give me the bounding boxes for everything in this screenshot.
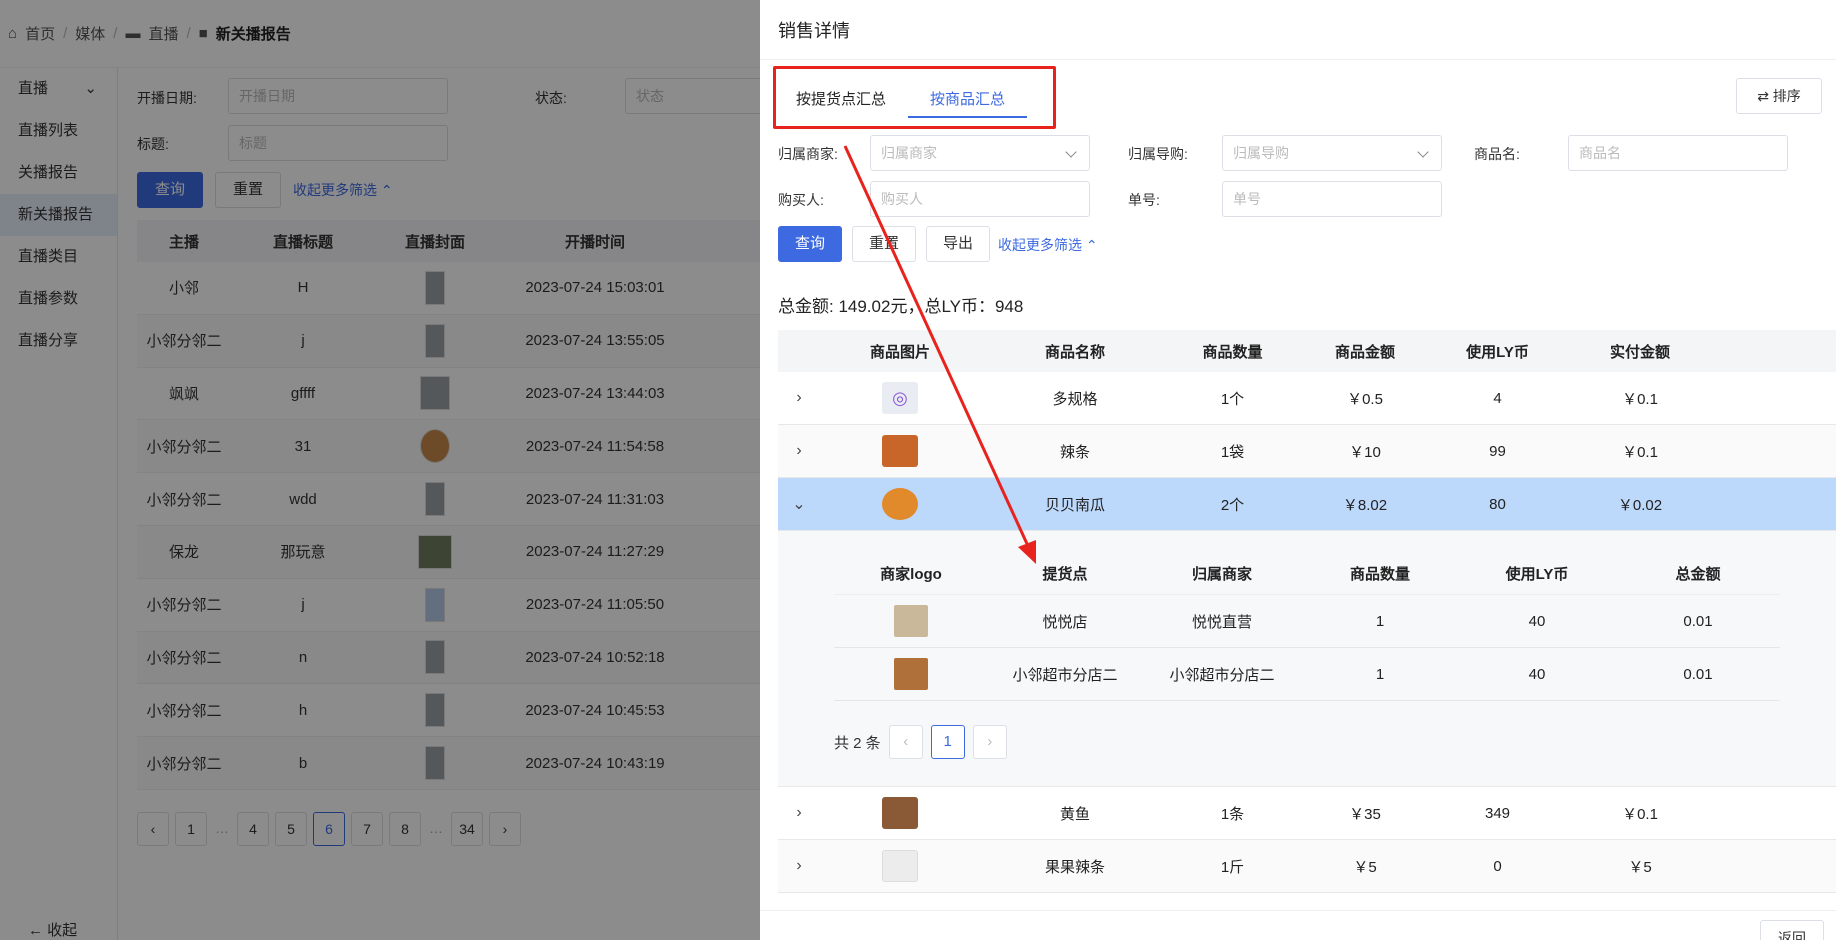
- paid-amount-cell: ￥0.1: [1622, 805, 1658, 823]
- table-row[interactable]: › 果果辣条 1斤 ￥5 0 ￥5: [778, 840, 1836, 893]
- column-header: 商品名称: [1044, 343, 1105, 361]
- column-header: 使用LY币: [1505, 566, 1569, 583]
- merchant-cell: 小邻超市分店二: [1169, 666, 1275, 684]
- sub-pagination: 共 2 条 ‹ 1 ›: [834, 725, 1007, 759]
- column-header: 使用LY币: [1466, 343, 1529, 361]
- quantity-cell: 1: [1375, 665, 1385, 683]
- quantity-cell: 1斤: [1220, 858, 1245, 876]
- column-header: 商品数量: [1349, 566, 1410, 583]
- product-image: [882, 488, 918, 520]
- product-name-cell: 辣条: [1059, 443, 1090, 461]
- quantity-cell: 1条: [1220, 805, 1245, 823]
- ly-coin-cell: 0: [1493, 857, 1502, 875]
- pickup-point-cell: 小邻超市分店二: [1012, 666, 1118, 684]
- column-header: 商品图片: [869, 343, 930, 361]
- column-header: 商品数量: [1202, 343, 1263, 361]
- paid-amount-cell: ￥5: [1628, 858, 1652, 876]
- quantity-cell: 2个: [1220, 496, 1245, 514]
- quantity-cell: 1: [1375, 612, 1385, 630]
- total-cell: 0.01: [1683, 612, 1713, 630]
- ly-coin-cell: 40: [1528, 665, 1546, 683]
- column-header: 总金额: [1675, 566, 1721, 583]
- merchant-select[interactable]: 归属商家: [870, 135, 1090, 171]
- ly-coin-cell: 4: [1493, 389, 1502, 407]
- quantity-cell: 1袋: [1220, 443, 1245, 461]
- sales-detail-drawer: 销售详情 按提货点汇总 按商品汇总 ⇄ 排序 归属商家: 归属商家 归属导购: …: [760, 0, 1836, 940]
- product-name-input[interactable]: 商品名: [1568, 135, 1788, 171]
- paid-amount-cell: ￥0.1: [1622, 443, 1658, 461]
- paid-amount-cell: ￥0.1: [1622, 390, 1658, 408]
- product-name-cell: 果果辣条: [1044, 858, 1105, 876]
- placeholder-image-icon: [882, 850, 918, 882]
- prev-page-button[interactable]: ‹: [888, 725, 923, 759]
- expand-chevron-icon[interactable]: ›: [778, 857, 820, 875]
- pickup-point-cell: 悦悦店: [1042, 613, 1088, 631]
- collapse-chevron-icon[interactable]: ⌄: [778, 494, 820, 514]
- drawer-reset-button[interactable]: 重置: [852, 226, 916, 262]
- product-image: [882, 435, 918, 467]
- drawer-fold-filter-link[interactable]: 收起更多筛选 ⌃: [998, 235, 1098, 255]
- next-page-button[interactable]: ›: [972, 725, 1007, 759]
- sub-table-header: 商家logo 提货点 归属商家 商品数量 使用LY币 总金额: [834, 553, 1780, 595]
- ly-coin-cell: 80: [1489, 495, 1506, 513]
- sub-table-row[interactable]: 悦悦店 悦悦直营 1 40 0.01: [834, 595, 1780, 648]
- product-name-cell: 贝贝南瓜: [1044, 496, 1105, 514]
- sort-button[interactable]: ⇄ 排序: [1736, 78, 1822, 114]
- amount-cell: ￥0.5: [1347, 390, 1383, 408]
- product-image: ◎: [882, 382, 918, 414]
- amount-cell: ￥35: [1349, 805, 1381, 823]
- product-sales-table: 商品图片 商品名称 商品数量 商品金额 使用LY币 实付金额 › ◎ 多规格 1…: [778, 330, 1836, 893]
- ly-coin-cell: 349: [1484, 804, 1511, 822]
- expanded-pickup-detail: 商家logo 提货点 归属商家 商品数量 使用LY币 总金额 悦悦店 悦悦直营 …: [778, 531, 1836, 787]
- modal-overlay[interactable]: [0, 0, 760, 940]
- merchant-label: 归属商家:: [778, 146, 838, 162]
- page-button-current[interactable]: 1: [930, 725, 965, 759]
- order-number-input[interactable]: 单号: [1222, 181, 1442, 217]
- product-name-label: 商品名:: [1474, 146, 1520, 162]
- table-row[interactable]: › 黄鱼 1条 ￥35 349 ￥0.1: [778, 787, 1836, 840]
- total-count: 共 2 条: [834, 734, 881, 752]
- product-name-cell: 黄鱼: [1059, 805, 1090, 823]
- merchant-logo: [894, 605, 928, 637]
- ly-coin-cell: 99: [1489, 442, 1506, 460]
- table-row[interactable]: › 辣条 1袋 ￥10 99 ￥0.1: [778, 425, 1836, 478]
- merchant-cell: 悦悦直营: [1191, 613, 1252, 631]
- expand-chevron-icon[interactable]: ›: [778, 442, 820, 460]
- annotation-highlight-box: [773, 66, 1056, 129]
- column-header: 商品金额: [1334, 343, 1395, 361]
- expand-chevron-icon[interactable]: ›: [778, 389, 820, 407]
- column-header: 归属商家: [1191, 566, 1252, 583]
- export-button[interactable]: 导出: [926, 226, 990, 262]
- guide-label: 归属导购:: [1128, 146, 1188, 162]
- order-number-label: 单号:: [1128, 192, 1160, 208]
- fold-filter-label: 收起更多筛选: [998, 237, 1082, 253]
- drawer-query-button[interactable]: 查询: [778, 226, 842, 262]
- column-header: 商家logo: [880, 566, 942, 583]
- ly-coin-cell: 40: [1528, 612, 1546, 630]
- table-row[interactable]: › ◎ 多规格 1个 ￥0.5 4 ￥0.1: [778, 372, 1836, 425]
- total-cell: 0.01: [1683, 665, 1713, 683]
- buyer-input[interactable]: 购买人: [870, 181, 1090, 217]
- buyer-label: 购买人:: [778, 192, 824, 208]
- back-button[interactable]: 返回: [1760, 920, 1824, 940]
- amount-cell: ￥10: [1349, 443, 1381, 461]
- amount-cell: ￥5: [1353, 858, 1377, 876]
- product-image: [882, 797, 918, 829]
- product-name-cell: 多规格: [1052, 390, 1098, 408]
- quantity-cell: 1个: [1220, 390, 1245, 408]
- total-summary: 总金额: 149.02元，总LY币：948: [778, 297, 1024, 316]
- column-header: 提货点: [1042, 566, 1088, 583]
- table-row-expanded[interactable]: ⌄ 贝贝南瓜 2个 ￥8.02 80 ￥0.02: [778, 478, 1836, 531]
- background-page: ⌂ 首页 / 媒体 / ▬ 直播 / ■ 新关播报告 直播 ⌄ 直播列表 关播报告…: [0, 0, 760, 940]
- drawer-title: 销售详情: [760, 0, 1836, 60]
- table-header: 商品图片 商品名称 商品数量 商品金额 使用LY币 实付金额: [778, 330, 1836, 372]
- guide-select[interactable]: 归属导购: [1222, 135, 1442, 171]
- column-header: 实付金额: [1609, 343, 1670, 361]
- merchant-logo: [894, 658, 928, 690]
- drawer-footer: [760, 910, 1836, 940]
- amount-cell: ￥8.02: [1342, 496, 1388, 514]
- expand-chevron-icon[interactable]: ›: [778, 804, 820, 822]
- sub-table-row[interactable]: 小邻超市分店二 小邻超市分店二 1 40 0.01: [834, 648, 1780, 701]
- paid-amount-cell: ￥0.02: [1617, 496, 1663, 514]
